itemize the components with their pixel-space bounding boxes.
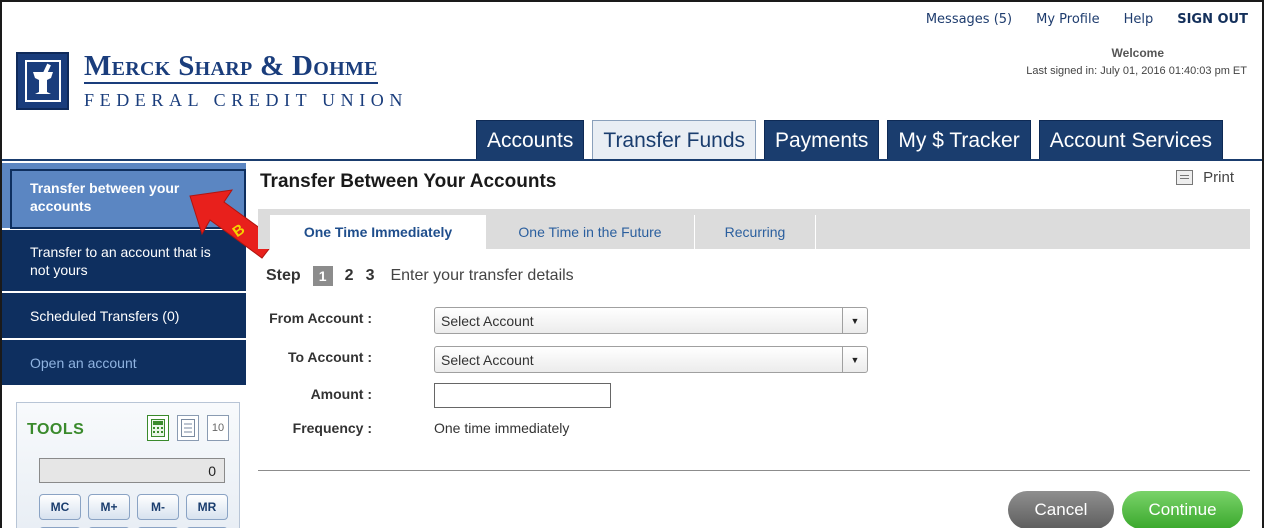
amount-label: Amount :	[310, 386, 372, 402]
frequency-value: One time immediately	[434, 420, 570, 436]
calc-mr-button[interactable]: MR	[186, 494, 228, 520]
sidebar-item-scheduled-transfers[interactable]: Scheduled Transfers (0)	[2, 293, 246, 340]
print-icon	[1176, 170, 1194, 185]
tab-accounts[interactable]: Accounts	[476, 120, 585, 160]
transfer-type-tabs: One Time Immediately One Time in the Fut…	[258, 209, 1250, 249]
last-signed-text: Last signed in: July 01, 2016 01:40:03 p…	[1026, 65, 1247, 77]
tab-my-tracker[interactable]: My $ Tracker	[887, 120, 1031, 160]
frequency-label: Frequency :	[292, 420, 372, 436]
from-account-label: From Account :	[269, 310, 372, 326]
tab-account-services[interactable]: Account Services	[1038, 120, 1223, 160]
tools-widget: TOOLS 10 0 MC M+ M- MR	[16, 402, 240, 528]
header-divider	[2, 159, 1262, 161]
from-account-select[interactable]: Select Account ▼	[434, 307, 868, 334]
page-frame: Messages (5) My Profile Help SIGN OUT We…	[0, 0, 1264, 528]
subtab-separator	[815, 215, 816, 249]
amount-input[interactable]	[434, 383, 611, 408]
continue-button[interactable]: Continue	[1122, 491, 1243, 528]
calculator-memory-buttons: MC M+ M- MR	[39, 494, 228, 520]
sidebar: Transfer between your accounts Transfer …	[2, 163, 246, 387]
to-account-select[interactable]: Select Account ▼	[434, 346, 868, 373]
chevron-down-icon[interactable]: ▼	[842, 347, 867, 372]
help-link[interactable]: Help	[1124, 12, 1154, 27]
cancel-button[interactable]: Cancel	[1008, 491, 1114, 528]
calc-mplus-button[interactable]: M+	[88, 494, 130, 520]
mortar-pestle-logo-icon	[16, 52, 69, 110]
to-account-value: Select Account	[441, 352, 534, 368]
calculator-display: 0	[39, 458, 225, 483]
step-indicator: Step 1 2 3 Enter your transfer details	[266, 266, 574, 286]
from-account-value: Select Account	[441, 313, 534, 329]
step-2: 2	[344, 267, 354, 284]
welcome-text: Welcome	[1111, 46, 1164, 60]
top-links: Messages (5) My Profile Help SIGN OUT	[902, 12, 1248, 27]
my-profile-link[interactable]: My Profile	[1036, 12, 1099, 27]
sidebar-item-transfer-between[interactable]: Transfer between your accounts	[2, 163, 246, 230]
form-divider	[258, 470, 1250, 471]
sidebar-item-open-account[interactable]: Open an account	[2, 340, 246, 387]
tools-title: TOOLS	[27, 421, 85, 438]
notepad-icon[interactable]	[177, 415, 199, 441]
to-account-label: To Account :	[288, 349, 372, 365]
chevron-down-icon[interactable]: ▼	[842, 308, 867, 333]
credit-union-subtitle: FEDERAL CREDIT UNION	[84, 90, 408, 110]
main-tabs: Accounts Transfer Funds Payments My $ Tr…	[476, 120, 1223, 160]
calendar-icon[interactable]: 10	[207, 415, 229, 441]
calculator-icon[interactable]	[147, 415, 169, 441]
step-word: Step	[266, 267, 301, 284]
calc-mc-button[interactable]: MC	[39, 494, 81, 520]
subtab-recurring[interactable]: Recurring	[695, 215, 815, 249]
tab-transfer-funds[interactable]: Transfer Funds	[592, 120, 756, 160]
subtab-one-time-immediately[interactable]: One Time Immediately	[270, 215, 486, 249]
sidebar-item-transfer-to-other[interactable]: Transfer to an account that is not yours	[2, 230, 246, 293]
credit-union-name: Merck Sharp & Dohme	[84, 50, 378, 84]
calc-mminus-button[interactable]: M-	[137, 494, 179, 520]
sign-out-link[interactable]: SIGN OUT	[1177, 12, 1248, 27]
step-1: 1	[312, 266, 333, 286]
subtab-one-time-future[interactable]: One Time in the Future	[486, 215, 694, 249]
print-button[interactable]: Print	[1176, 169, 1234, 186]
page-title: Transfer Between Your Accounts	[260, 171, 557, 192]
step-3: 3	[365, 267, 375, 284]
print-label: Print	[1203, 169, 1234, 186]
tab-payments[interactable]: Payments	[764, 120, 880, 160]
messages-link[interactable]: Messages (5)	[926, 12, 1012, 27]
tools-icons: 10	[147, 415, 229, 441]
step-description: Enter your transfer details	[390, 267, 574, 284]
